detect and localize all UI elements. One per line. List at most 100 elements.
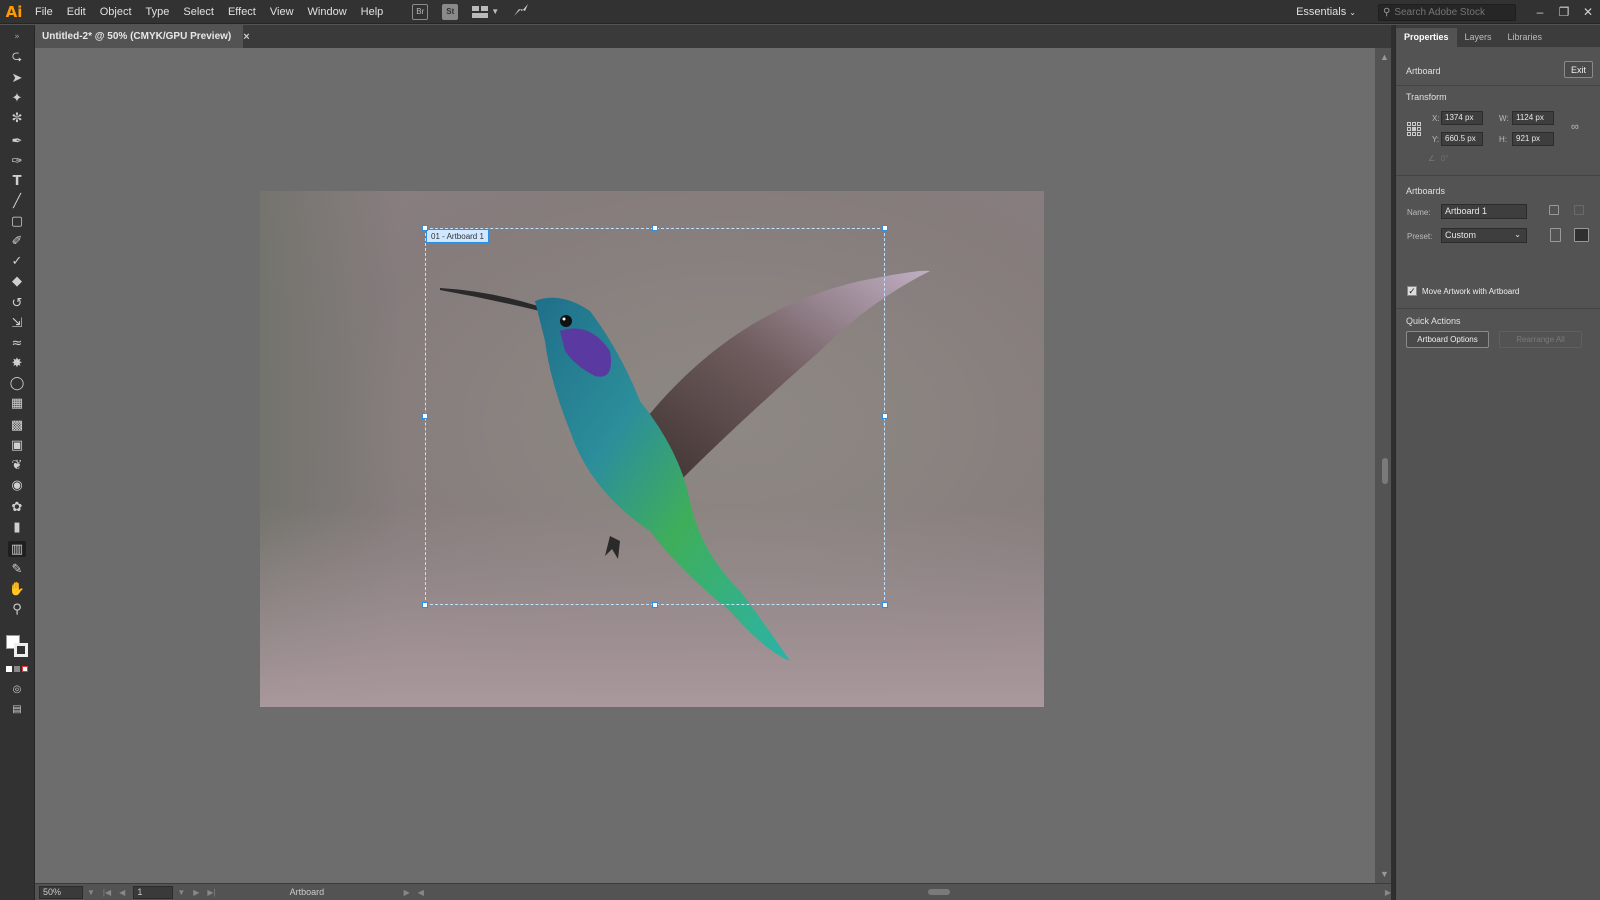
height-field[interactable]: 921 px <box>1512 132 1554 146</box>
line-tool-icon[interactable]: ╱ <box>8 193 26 209</box>
tab-layers[interactable]: Layers <box>1457 28 1500 47</box>
x-field[interactable]: 1374 px <box>1441 111 1483 125</box>
horizontal-scroll-thumb[interactable] <box>927 889 950 895</box>
search-input[interactable] <box>1394 6 1505 18</box>
direct-selection-tool-icon[interactable]: ➤ <box>8 70 26 86</box>
restore-button[interactable]: ❐ <box>1552 5 1576 19</box>
screen-mode-icon[interactable]: ▤ <box>8 701 26 717</box>
tab-libraries[interactable]: Libraries <box>1500 28 1551 47</box>
resize-handle-top-left[interactable] <box>422 225 428 231</box>
resize-handle-top[interactable] <box>652 225 658 231</box>
rearrange-all-button[interactable]: Rearrange All <box>1499 331 1582 348</box>
next-artboard-icon[interactable]: ▶ <box>193 888 199 897</box>
width-tool-icon[interactable]: ≈ <box>8 335 26 351</box>
tab-properties[interactable]: Properties <box>1396 28 1457 47</box>
shaper-tool-icon[interactable]: ✓ <box>8 253 26 269</box>
zoom-tool-icon[interactable]: ⚲ <box>8 601 26 617</box>
y-field[interactable]: 660.5 px <box>1441 132 1483 146</box>
minimize-button[interactable]: – <box>1528 5 1552 19</box>
slice-tool-icon[interactable]: ✎ <box>8 561 26 577</box>
artboard-1-bounds[interactable]: 01 - Artboard 1 <box>422 225 888 608</box>
vertical-scroll-thumb[interactable] <box>1382 458 1388 484</box>
stock-search-field[interactable]: ⚲ <box>1378 3 1516 21</box>
hand-tool-icon[interactable]: ✋ <box>8 581 26 597</box>
magic-wand-tool-icon[interactable]: ✦ <box>8 90 26 106</box>
gpu-performance-icon[interactable] <box>513 3 529 20</box>
scroll-up-arrow[interactable]: ▲ <box>1380 52 1389 62</box>
delete-artboard-icon[interactable] <box>1574 205 1584 215</box>
previous-artboard-icon[interactable]: ◀ <box>119 888 125 897</box>
artboard-tool-icon[interactable]: ▥ <box>8 541 26 557</box>
type-tool-icon[interactable]: T <box>8 173 26 189</box>
curvature-tool-icon[interactable]: ✑ <box>8 153 26 169</box>
resize-handle-bottom-left[interactable] <box>422 602 428 608</box>
close-window-button[interactable]: ✕ <box>1576 5 1600 19</box>
document-tab[interactable]: Untitled-2* @ 50% (CMYK/GPU Preview) × <box>35 25 250 48</box>
arrange-documents-icon[interactable]: ▼ <box>472 5 499 18</box>
artboard-options-button[interactable]: Artboard Options <box>1406 331 1489 348</box>
artboard-label[interactable]: 01 - Artboard 1 <box>426 229 489 243</box>
rotate-angle-field[interactable]: 0° <box>1441 154 1481 163</box>
drawing-modes-icon[interactable]: ◎ <box>8 681 26 697</box>
zoom-level-field[interactable]: 50% <box>39 885 83 899</box>
fill-stroke-widget[interactable] <box>6 635 30 659</box>
stock-icon[interactable]: St <box>442 3 459 20</box>
move-artwork-label[interactable]: Move Artwork with Artboard <box>1422 287 1519 296</box>
move-artwork-checkbox[interactable]: ✓ <box>1407 286 1417 296</box>
menu-type[interactable]: Type <box>139 0 177 24</box>
scroll-left-arrow[interactable]: ◀ <box>418 888 424 897</box>
lasso-tool-icon[interactable]: ✼ <box>8 110 26 126</box>
paintbrush-tool-icon[interactable]: ✐ <box>8 233 26 249</box>
rotate-tool-icon[interactable]: ↺ <box>8 295 26 311</box>
scale-tool-icon[interactable]: ⇲ <box>8 315 26 331</box>
current-tool-status[interactable]: Artboard <box>290 887 400 897</box>
menu-edit[interactable]: Edit <box>60 0 93 24</box>
menu-effect[interactable]: Effect <box>221 0 263 24</box>
close-tab-icon[interactable]: × <box>243 31 249 43</box>
resize-handle-right[interactable] <box>882 413 888 419</box>
eyedropper-tool-icon[interactable]: ❦ <box>8 457 26 473</box>
last-artboard-icon[interactable]: ▶| <box>207 888 215 897</box>
menu-view[interactable]: View <box>263 0 301 24</box>
resize-handle-bottom[interactable] <box>652 602 658 608</box>
pen-tool-icon[interactable]: ✒ <box>8 133 26 149</box>
shape-builder-tool-icon[interactable]: ◯ <box>8 375 26 391</box>
symbol-sprayer-tool-icon[interactable]: ✿ <box>8 499 26 515</box>
selection-tool-icon[interactable]: ⮎ <box>8 49 26 66</box>
blend-tool-icon[interactable]: ◉ <box>8 477 26 493</box>
color-mode-icons[interactable] <box>6 666 28 672</box>
landscape-orientation-icon[interactable] <box>1574 228 1589 242</box>
workspace-switcher[interactable]: Essentials ⌄ <box>1296 6 1356 18</box>
canvas-area[interactable]: 01 - Artboard 1 <box>35 48 1375 883</box>
column-graph-tool-icon[interactable]: ▮ <box>8 519 26 535</box>
scroll-down-arrow[interactable]: ▼ <box>1380 869 1389 879</box>
collapse-panel-icon[interactable]: » <box>8 29 26 45</box>
preset-dropdown[interactable]: Custom ⌄ <box>1441 228 1527 243</box>
status-menu-arrow-icon[interactable]: ▶ <box>404 888 410 897</box>
first-artboard-icon[interactable]: |◀ <box>103 888 111 897</box>
portrait-orientation-icon[interactable] <box>1550 228 1561 242</box>
puppet-warp-tool-icon[interactable]: ✸ <box>8 355 26 371</box>
rectangle-tool-icon[interactable]: ▢ <box>8 213 26 229</box>
chevron-down-icon[interactable]: ▼ <box>87 888 95 897</box>
width-field[interactable]: 1124 px <box>1512 111 1554 125</box>
exit-button[interactable]: Exit <box>1564 61 1593 78</box>
new-artboard-icon[interactable] <box>1549 205 1559 215</box>
menu-select[interactable]: Select <box>176 0 221 24</box>
chevron-down-icon[interactable]: ▼ <box>177 888 185 897</box>
constrain-proportions-icon[interactable]: ∞ <box>1571 121 1579 133</box>
menu-window[interactable]: Window <box>301 0 354 24</box>
reference-point-icon[interactable] <box>1407 122 1421 136</box>
bridge-icon[interactable]: Br <box>412 3 429 20</box>
eraser-tool-icon[interactable]: ◆ <box>8 273 26 289</box>
mesh-tool-icon[interactable]: ▩ <box>8 417 26 433</box>
gradient-tool-icon[interactable]: ▣ <box>8 437 26 453</box>
menu-help[interactable]: Help <box>354 0 391 24</box>
menu-file[interactable]: File <box>28 0 60 24</box>
artboard-name-field[interactable]: Artboard 1 <box>1441 204 1527 219</box>
perspective-grid-tool-icon[interactable]: ▦ <box>8 395 26 411</box>
stroke-swatch[interactable] <box>14 643 28 657</box>
horizontal-scrollbar[interactable] <box>438 887 1381 897</box>
resize-handle-left[interactable] <box>422 413 428 419</box>
artboard-number-field[interactable]: 1 <box>133 885 174 899</box>
